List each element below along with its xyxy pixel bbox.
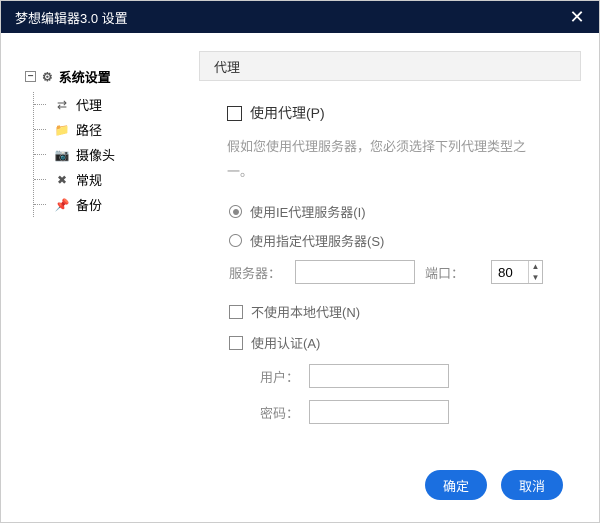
sidebar: − 系统设置 ⇄ 代理 📁 路径 📷 摄像头 ✖ 常规 📌 备 [19,51,199,460]
password-label: 密码： [257,403,299,422]
tree-root[interactable]: − 系统设置 [19,65,199,92]
port-down-icon[interactable]: ▼ [529,272,542,283]
radio-custom-proxy[interactable] [229,234,242,247]
folder-icon: 📁 [54,123,70,137]
radio-ie-label: 使用IE代理服务器(I) [250,202,366,221]
proxy-icon: ⇄ [54,98,70,112]
use-auth-label: 使用认证(A) [251,333,320,352]
content-panel: 代理 使用代理(P) 假如您使用代理服务器，您必须选择下列代理类型之一。 使用I… [199,51,581,460]
camera-icon: 📷 [54,148,70,162]
pin-icon: 📌 [54,198,70,212]
use-proxy-label: 使用代理(P) [250,103,325,123]
radio-custom-label: 使用指定代理服务器(S) [250,231,384,250]
use-proxy-checkbox[interactable] [227,106,242,121]
footer: 确定 取消 [19,460,581,510]
ok-button[interactable]: 确定 [425,470,487,500]
sidebar-item-label: 摄像头 [76,145,115,164]
tree-root-label: 系统设置 [59,67,111,86]
server-input[interactable] [295,260,415,284]
use-auth-checkbox[interactable] [229,336,243,350]
sidebar-item-label: 常规 [76,170,102,189]
port-up-icon[interactable]: ▲ [529,261,542,272]
cancel-button[interactable]: 取消 [501,470,563,500]
close-icon: ✕ [569,7,584,28]
sidebar-item-general[interactable]: ✖ 常规 [34,167,199,192]
user-input[interactable] [309,364,449,388]
sidebar-item-label: 备份 [76,195,102,214]
sidebar-item-backup[interactable]: 📌 备份 [34,192,199,217]
radio-ie-proxy[interactable] [229,205,242,218]
port-input[interactable] [492,261,528,283]
port-label: 端口： [425,263,481,282]
sidebar-item-proxy[interactable]: ⇄ 代理 [34,92,199,117]
close-button[interactable]: ✕ [555,1,599,33]
titlebar: 梦想编辑器3.0 设置 ✕ [1,1,599,33]
sidebar-item-label: 代理 [76,95,102,114]
port-stepper[interactable]: ▲ ▼ [491,260,543,284]
proxy-description: 假如您使用代理服务器，您必须选择下列代理类型之一。 [227,135,537,184]
sidebar-item-label: 路径 [76,120,102,139]
window-title: 梦想编辑器3.0 设置 [15,8,128,27]
general-icon: ✖ [54,173,70,187]
panel-header: 代理 [199,51,581,81]
sidebar-item-camera[interactable]: 📷 摄像头 [34,142,199,167]
password-input[interactable] [309,400,449,424]
server-label: 服务器： [229,263,285,282]
no-local-proxy-checkbox[interactable] [229,305,243,319]
sidebar-item-path[interactable]: 📁 路径 [34,117,199,142]
collapse-icon[interactable]: − [25,71,36,82]
user-label: 用户： [257,367,299,386]
no-local-proxy-label: 不使用本地代理(N) [251,302,360,321]
gear-icon [42,69,53,84]
